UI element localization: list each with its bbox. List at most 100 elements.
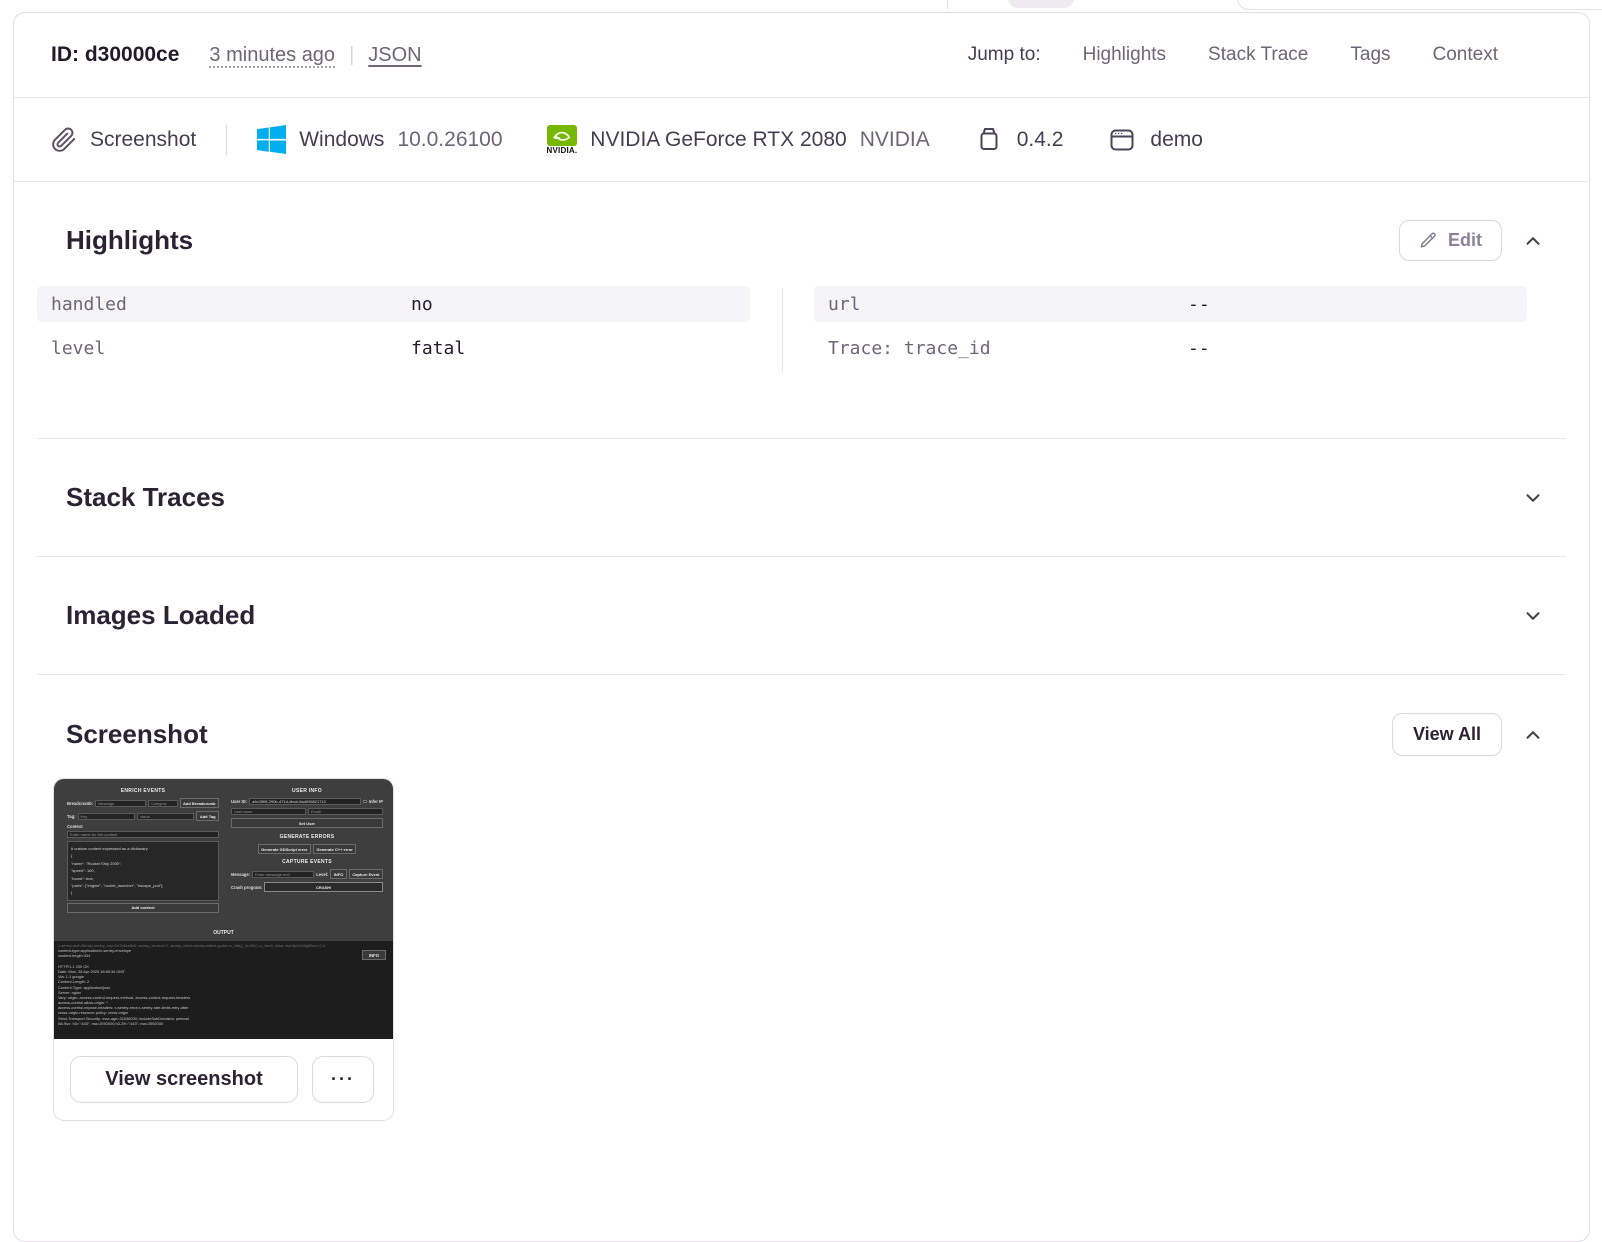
view-screenshot-label: View screenshot [105,1068,263,1090]
edit-highlights-button[interactable]: Edit [1399,220,1502,261]
thumb-set-user-button: Set User [231,818,383,828]
thumb-enrich-title: ENRICH EVENTS [120,788,166,794]
highlight-value: fatal [411,337,466,359]
os-context-item: Windows 10.0.26100 [257,125,503,154]
nvidia-logo-icon: NVIDIA. [546,124,578,155]
jump-link-context[interactable]: Context [1433,44,1498,66]
thumb-message-label: Message: [231,871,251,877]
cutoff-toolbar-divider [947,0,948,9]
highlight-value: -- [1188,293,1210,315]
view-screenshot-button[interactable]: View screenshot [70,1056,298,1103]
thumb-tag-label: Tag: [67,813,76,819]
highlight-row-level: level fatal [37,330,750,366]
highlight-key: level [51,337,106,359]
thumb-tag-key-input: Key [77,812,135,820]
section-divider [37,674,1566,675]
thumb-context-code: # custom context expressed as a dictiona… [67,841,219,901]
edit-button-label: Edit [1448,230,1482,250]
cutoff-toolbar-pill [1008,0,1074,8]
thumb-gen-gdscript-button: Generate GDScript error [257,844,311,854]
highlights-title: Highlights [66,225,194,255]
release-version: 0.4.2 [1016,127,1064,151]
thumb-output-title: OUTPUT [213,930,234,936]
highlights-right-column: url -- Trace: trace_id -- [782,286,1527,374]
highlight-row-handled: handled no [37,286,750,322]
header-separator: | [349,43,355,66]
screenshot-thumbnail[interactable]: ENRICH EVENTS Breadcrumb: Message Catego… [54,779,393,1039]
screenshot-section-header: Screenshot View All [14,713,1589,756]
screenshot-card: ENRICH EVENTS Breadcrumb: Message Catego… [53,778,394,1121]
thumb-tag-value-input: Value [136,812,195,820]
thumb-gen-cpp-button: Generate C++ error [312,844,357,854]
highlights-left-column: handled no level fatal [37,286,750,374]
json-link[interactable]: JSON [368,44,421,67]
environment-context-item: demo [1107,125,1203,155]
cutoff-toolbar-panel [1237,0,1602,10]
thumb-info-badge: INFO [361,950,386,960]
thumb-user-info-title: USER INFO [292,788,322,794]
collapse-screenshot-chevron-up-icon[interactable] [1522,724,1544,746]
paperclip-icon [51,127,77,153]
event-time-ago[interactable]: 3 minutes ago [209,44,335,67]
jump-to-label: Jump to: [967,44,1041,65]
thumb-user-id-input: a9c35f9f-290b-471d-dbcb-5ad096821713 [249,798,362,805]
thumb-email-input: Email [308,808,383,815]
screenshot-context-item[interactable]: Screenshot [51,127,196,153]
view-all-button[interactable]: View All [1391,713,1502,756]
context-divider [226,124,228,155]
thumb-message-input: Enter message text [252,870,315,878]
release-box-icon [974,125,1004,155]
images-loaded-title: Images Loaded [66,600,256,630]
collapse-highlights-chevron-up-icon[interactable] [1522,230,1544,252]
jump-link-tags[interactable]: Tags [1350,44,1390,66]
highlights-section-header: Highlights Edit [14,220,1589,261]
thumb-level-button: INFO [330,869,347,879]
highlight-value: no [411,293,433,315]
highlight-row-url: url -- [814,286,1527,322]
thumb-level-label: Level: [316,871,329,877]
images-loaded-section: Images Loaded [14,557,1589,674]
thumb-context-name-input: Enter name for the context [67,831,219,838]
os-name: Windows [299,127,385,151]
thumb-generate-errors-title: GENERATE ERRORS [279,834,335,840]
thumb-add-tag-button: Add Tag [196,811,220,821]
nvidia-wordmark: NVIDIA. [546,145,578,155]
gpu-vendor: NVIDIA [859,127,930,151]
highlight-row-trace: Trace: trace_id -- [814,330,1527,366]
screenshot-context-label: Screenshot [90,127,197,151]
event-id: ID: d30000ce [51,43,180,66]
highlights-grid: handled no level fatal url -- Trace: tra… [37,286,1527,374]
highlight-key: Trace: trace_id [828,337,991,359]
environment-name: demo [1150,127,1203,151]
thumb-username-input: Username [231,808,306,815]
thumb-user-id-label: User ID: [231,799,248,804]
expand-stack-traces-chevron-down-icon[interactable] [1522,487,1544,509]
jump-link-stack-trace[interactable]: Stack Trace [1208,44,1308,66]
highlight-key: url [828,293,861,315]
thumb-enrich-panel: ENRICH EVENTS Breadcrumb: Message Catego… [67,788,220,913]
thumb-capture-event-button: Capture Event [348,869,383,879]
more-options-button[interactable]: ··· [312,1056,374,1103]
stack-traces-title: Stack Traces [66,482,226,512]
release-context-item: 0.4.2 [974,125,1064,155]
thumb-capture-events-title: CAPTURE EVENTS [282,859,332,865]
gpu-name: NVIDIA GeForce RTX 2080 [590,127,847,151]
thumb-add-context-button: Add context [67,902,219,913]
view-all-label: View All [1412,724,1481,744]
thumb-output-console: x-sentry-auth:Sentry sentry_key=0c7e8ce8… [54,941,393,1039]
thumb-crash-button: CRASH! [264,882,383,892]
ellipsis-icon: ··· [331,1069,355,1089]
os-version: 10.0.26100 [397,127,503,151]
expand-images-loaded-chevron-down-icon[interactable] [1522,605,1544,627]
stack-traces-section: Stack Traces [14,439,1589,556]
thumb-breadcrumb-label: Breadcrumb: [67,800,94,806]
thumb-infer-ip-label: Infer IP [368,799,383,804]
thumb-context-label: Context [67,824,83,829]
event-header: ID: d30000ce 3 minutes ago | JSON Jump t… [14,13,1589,98]
thumb-add-breadcrumb-button: Add Breadcrumb [179,798,219,808]
event-detail-card: ID: d30000ce 3 minutes ago | JSON Jump t… [13,12,1590,1242]
jump-link-highlights[interactable]: Highlights [1083,44,1166,66]
windows-logo-icon [257,125,287,154]
thumb-user-info-panel: USER INFO User ID: a9c35f9f-290b-471d-db… [231,788,383,895]
thumb-infer-ip-checkbox [363,799,367,804]
